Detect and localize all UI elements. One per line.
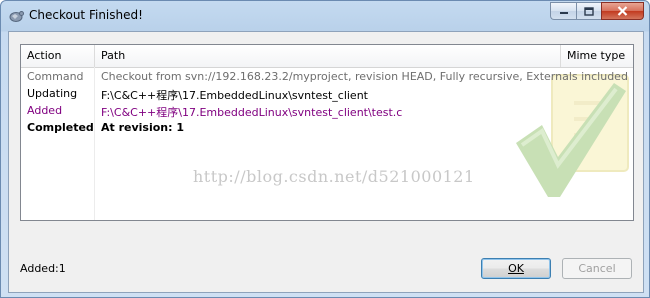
path-cell: At revision: 1 bbox=[101, 121, 185, 134]
column-header-action[interactable]: Action bbox=[21, 45, 95, 67]
list-rows: Command Checkout from svn://192.168.23.2/… bbox=[21, 67, 633, 220]
action-cell: Updating bbox=[27, 87, 78, 100]
cancel-label: Cancel bbox=[578, 262, 616, 275]
title-bar[interactable]: Checkout Finished! bbox=[1, 1, 649, 31]
path-cell: F:\C&C++程序\17.EmbeddedLinux\svntest_clie… bbox=[101, 106, 403, 119]
status-summary: Added:1 bbox=[20, 262, 66, 275]
list-item[interactable]: Added F:\C&C++程序\17.EmbeddedLinux\svntest… bbox=[21, 102, 561, 119]
column-header-mime-type[interactable]: Mime type bbox=[561, 45, 633, 67]
close-icon bbox=[617, 6, 628, 16]
tortoise-icon bbox=[9, 11, 24, 22]
path-cell: Checkout from svn://192.168.23.2/myproje… bbox=[101, 70, 628, 83]
caption-buttons bbox=[550, 2, 644, 21]
path-cell: F:\C&C++程序\17.EmbeddedLinux\svntest_clie… bbox=[101, 89, 368, 102]
action-cell: Added bbox=[27, 104, 63, 117]
column-header-path[interactable]: Path bbox=[95, 45, 561, 67]
minimize-icon bbox=[559, 12, 568, 14]
close-button[interactable] bbox=[601, 2, 644, 20]
ok-button[interactable]: OK bbox=[481, 258, 551, 279]
window-title: Checkout Finished! bbox=[29, 8, 143, 22]
checkout-dialog: Checkout Finished! Action Path Mime type bbox=[0, 0, 650, 298]
list-item[interactable]: Updating F:\C&C++程序\17.EmbeddedLinux\svnt… bbox=[21, 85, 561, 102]
minimize-button[interactable] bbox=[550, 2, 576, 20]
action-cell: Command bbox=[27, 70, 84, 83]
action-cell: Completed bbox=[27, 121, 94, 134]
maximize-icon bbox=[584, 6, 594, 16]
dialog-body: Action Path Mime type http://blog.csdn.n… bbox=[8, 31, 644, 293]
cancel-button[interactable]: Cancel bbox=[562, 258, 632, 279]
list-item[interactable]: Command Checkout from svn://192.168.23.2/… bbox=[21, 68, 628, 85]
results-list[interactable]: Action Path Mime type http://blog.csdn.n… bbox=[20, 44, 634, 221]
maximize-button[interactable] bbox=[576, 2, 601, 20]
list-item[interactable]: Completed At revision: 1 bbox=[21, 119, 561, 136]
list-header: Action Path Mime type bbox=[21, 45, 633, 68]
ok-label: OK bbox=[508, 262, 524, 275]
